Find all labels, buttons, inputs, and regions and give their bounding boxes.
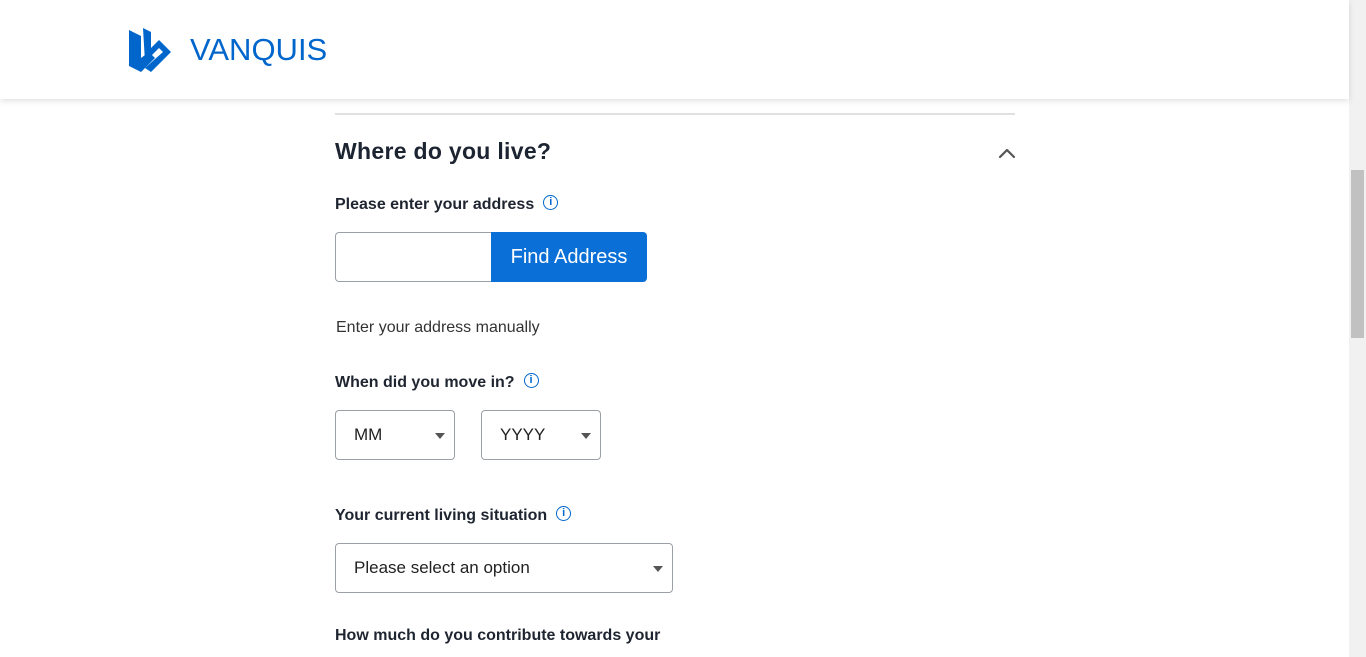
address-label: Please enter your address: [335, 196, 535, 213]
move-in-year-select[interactable]: YYYY: [481, 410, 601, 460]
chevron-down-icon: [653, 566, 663, 572]
find-address-button[interactable]: Find Address: [491, 232, 647, 282]
enter-address-manually-link[interactable]: Enter your address manually: [336, 319, 540, 337]
vanquis-logo-icon: [129, 28, 171, 72]
contribution-label-row: How much do you contribute towards your: [335, 627, 660, 645]
address-label-row: Please enter your address i: [335, 194, 559, 214]
vanquis-logo[interactable]: VANQUIS: [129, 28, 327, 72]
move-in-label-row: When did you move in? i: [335, 372, 539, 392]
section-divider: [335, 113, 1015, 115]
living-situation-select-value: Please select an option: [354, 558, 530, 577]
move-in-label: When did you move in?: [335, 374, 515, 391]
contribution-label: How much do you contribute towards your: [335, 627, 661, 644]
info-icon[interactable]: i: [523, 372, 539, 388]
year-select-value: YYYY: [500, 425, 546, 444]
postcode-input[interactable]: [335, 232, 492, 282]
info-icon[interactable]: i: [556, 505, 572, 521]
info-icon[interactable]: i: [543, 194, 559, 210]
brand-name: VANQUIS: [190, 32, 328, 67]
scrollbar-thumb[interactable]: [1351, 170, 1364, 338]
living-situation-select[interactable]: Please select an option: [335, 543, 673, 593]
living-situation-label-row: Your current living situation i: [335, 505, 572, 525]
chevron-down-icon: [435, 433, 445, 439]
section-title: Where do you live?: [335, 138, 552, 164]
site-header: VANQUIS: [0, 0, 1349, 99]
page-scrollbar[interactable]: [1349, 0, 1366, 657]
living-situation-label: Your current living situation: [335, 507, 548, 524]
chevron-down-icon: [581, 433, 591, 439]
chevron-up-icon[interactable]: [997, 144, 1017, 162]
month-select-value: MM: [354, 425, 383, 444]
move-in-month-select[interactable]: MM: [335, 410, 455, 460]
